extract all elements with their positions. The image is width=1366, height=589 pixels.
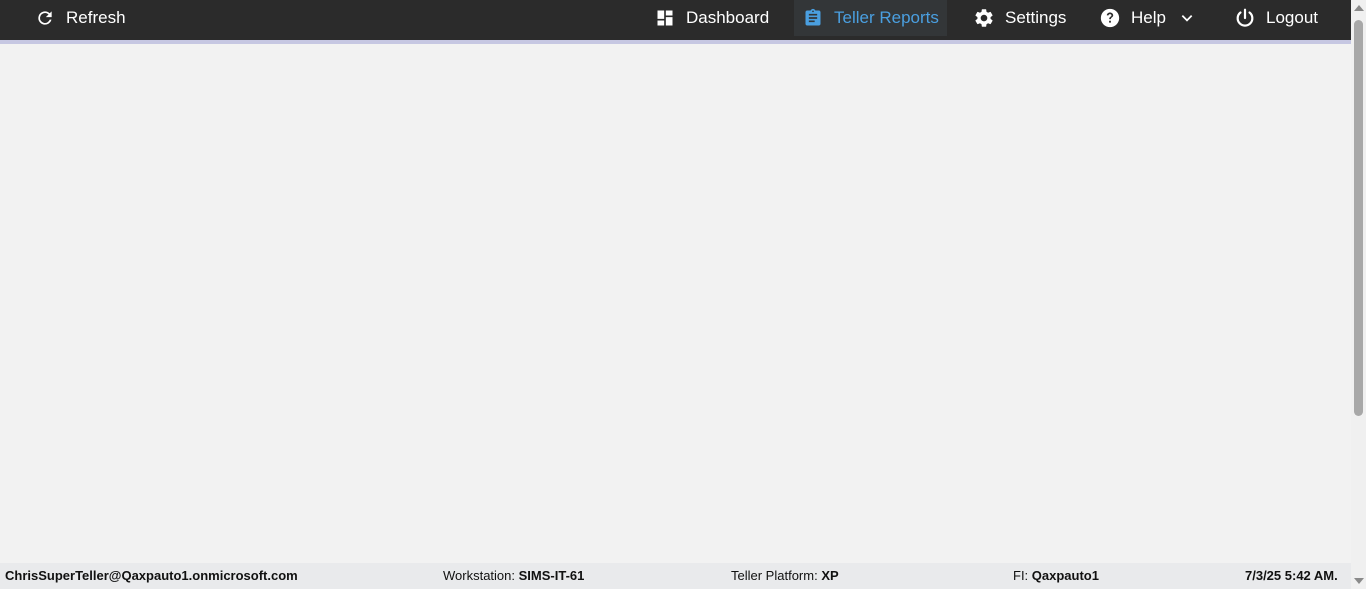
refresh-icon <box>34 7 56 29</box>
status-user: ChrisSuperTeller@Qaxpauto1.onmicrosoft.c… <box>5 568 298 583</box>
dashboard-label: Dashboard <box>686 8 770 27</box>
workstation-label: Workstation: <box>443 568 516 583</box>
status-datetime: 7/3/25 5:42 AM. <box>1245 568 1338 583</box>
scrollbar-thumb[interactable] <box>1354 20 1363 416</box>
power-icon <box>1234 7 1256 29</box>
vertical-scrollbar[interactable] <box>1351 0 1366 589</box>
teller-reports-label: Teller Reports <box>834 8 939 27</box>
fi-label: FI: <box>1013 568 1029 583</box>
chevron-down-icon <box>1176 7 1198 29</box>
status-fi: FI: Qaxpauto1 <box>1013 568 1099 583</box>
nav-dashboard[interactable]: Dashboard <box>644 0 779 36</box>
status-bar: ChrisSuperTeller@Qaxpauto1.onmicrosoft.c… <box>0 563 1351 589</box>
refresh-label: Refresh <box>66 8 126 27</box>
scroll-down-arrow-icon[interactable] <box>1354 578 1364 584</box>
dashboard-icon <box>654 7 676 29</box>
nav-teller-reports[interactable]: Teller Reports <box>794 0 947 36</box>
nav-settings[interactable]: Settings <box>963 0 1076 36</box>
settings-label: Settings <box>1005 8 1067 27</box>
refresh-button[interactable]: Refresh <box>24 0 136 36</box>
clipboard-icon <box>802 7 824 29</box>
logout-button[interactable]: Logout <box>1224 0 1328 36</box>
gear-icon <box>973 7 995 29</box>
nav-help-dropdown[interactable]: Help <box>1089 0 1208 36</box>
main-content-area <box>0 44 1351 563</box>
fi-value: Qaxpauto1 <box>1031 568 1099 583</box>
platform-value: XP <box>821 568 839 583</box>
status-platform: Teller Platform: XP <box>731 568 839 583</box>
help-label: Help <box>1131 8 1166 27</box>
workstation-value: SIMS-IT-61 <box>518 568 585 583</box>
help-icon <box>1099 7 1121 29</box>
platform-label: Teller Platform: <box>731 568 818 583</box>
top-nav-bar: Refresh Dashboard Teller Reports Setting… <box>0 0 1351 40</box>
status-workstation: Workstation: SIMS-IT-61 <box>443 568 584 583</box>
logout-label: Logout <box>1266 8 1318 27</box>
scroll-up-arrow-icon[interactable] <box>1354 5 1364 11</box>
